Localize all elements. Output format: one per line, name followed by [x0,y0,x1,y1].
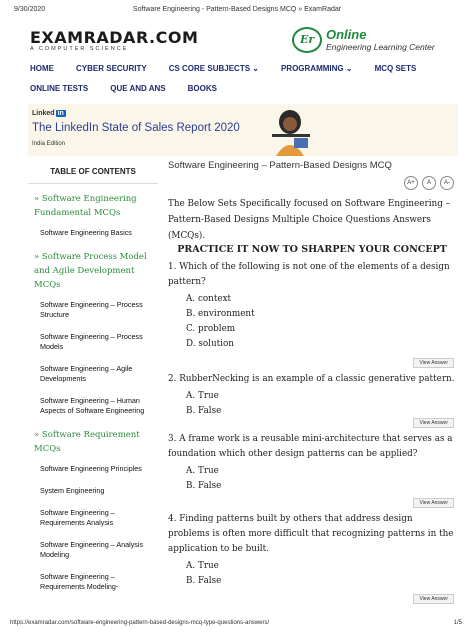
ad-headline: The LinkedIn State of Sales Report 2020 [32,122,240,134]
toc-item-link[interactable]: Software Engineering – Process Models [28,332,158,352]
answer-option: A. True [186,391,219,401]
font-reset-button[interactable]: A [422,176,436,190]
toc-section-link[interactable]: » Software Process Model and Agile Devel… [28,250,158,292]
question-text: 3. A frame work is a reusable mini-archi… [168,434,453,459]
answer-option: A. True [186,466,219,476]
toc-item-link[interactable]: Software Engineering – Agile Development… [28,364,158,384]
toc-item-link[interactable]: Software Engineering Principles [28,464,158,474]
elc-logo[interactable]: Er Online Engineering Learning Center [292,27,452,55]
answer-option: B. False [186,576,222,586]
article: Software Engineering – Pattern-Based Des… [168,160,456,604]
toc-title: TABLE OF CONTENTS [28,160,158,184]
answer-option: B. False [186,481,222,491]
nav-item[interactable]: HOME [30,64,54,73]
article-title: Software Engineering – Pattern-Based Des… [168,160,392,171]
nav-item[interactable]: QUE AND ANS [110,84,165,93]
answer-option: B. environment [186,309,255,319]
toc-item-link[interactable]: Software Engineering – Requirements Mode… [28,572,158,592]
answer-option: C. problem [186,324,236,334]
answer-option: A. context [186,294,232,304]
print-url: https://examradar.com/software-engineeri… [10,620,270,626]
print-header: 9/30/2020 Software Engineering - Pattern… [0,0,474,16]
question: 1. Which of the following is not one of … [168,260,456,352]
toc-item-link[interactable]: Software Engineering – Human Aspects of … [28,396,158,416]
question-text: 1. Which of the following is not one of … [168,262,450,287]
font-increase-button[interactable]: A+ [404,176,418,190]
font-decrease-button[interactable]: A- [440,176,454,190]
practice-heading: PRACTICE IT NOW TO SHARPEN YOUR CONCEPT [177,244,447,255]
nav-item[interactable]: PROGRAMMING ⌄ [281,64,353,73]
answer-option: A. True [186,561,219,571]
article-intro: The Below Sets Specifically focused on S… [168,199,451,241]
question: 2. RubberNecking is an example of a clas… [168,372,456,419]
toc-item-link[interactable]: Software Engineering Basics [28,228,158,238]
question-text: 2. RubberNecking is an example of a clas… [168,374,455,384]
nav-item[interactable]: CYBER SECURITY [76,64,147,73]
toc-section-link[interactable]: » Software Engineering Fundamental MCQs [28,192,158,220]
nav-item[interactable]: ONLINE TESTS [30,84,88,93]
linkedin-logo: Linked in [32,110,66,117]
toc-item-link[interactable]: Software Engineering – Process Structure [28,300,158,320]
print-title: Software Engineering - Pattern-Based Des… [132,6,342,13]
view-answer-button[interactable]: View Answer [413,418,454,428]
logo-name: EXAMRADAR.COM [30,28,199,47]
answer-option: B. False [186,406,222,416]
nav-item[interactable]: BOOKS [188,84,217,93]
font-size-controls: A+ A A- [400,176,454,190]
examradar-logo[interactable]: EXAMRADAR.COM A COMPUTER SCIENCE [30,28,198,52]
toc-section-link[interactable]: » Software Requirement MCQs [28,428,158,456]
view-answer-button[interactable]: View Answer [413,498,454,508]
nav-item[interactable]: CS CORE SUBJECTS ⌄ [169,64,259,73]
nav-item[interactable]: MCQ SETS [375,64,417,73]
toc-item-link[interactable]: Software Engineering – Requirements Anal… [28,508,158,528]
view-answer-button[interactable]: View Answer [413,594,454,604]
elc-line1: Online [326,27,367,42]
elc-line2: Engineering Learning Center [326,42,435,52]
table-of-contents: TABLE OF CONTENTS » Software Engineering… [28,160,158,620]
toc-item-link[interactable]: System Engineering [28,486,158,496]
answer-option: D. solution [186,339,234,349]
ad-edition: India Edition [32,141,66,147]
elc-emblem-icon: Er [292,27,322,53]
print-page-number: 1/5 [453,620,462,626]
toc-item-link[interactable]: Software Engineering – Analysis Modeling [28,540,158,560]
view-answer-button[interactable]: View Answer [413,358,454,368]
ad-person-illustration [266,104,316,156]
linkedin-ad-banner[interactable]: Linked in The LinkedIn State of Sales Rep… [28,104,458,156]
main-nav: HOME CYBER SECURITY CS CORE SUBJECTS ⌄ PROG… [30,58,450,98]
question: 3. A frame work is a reusable mini-archi… [168,432,456,494]
question-text: 4. Finding patterns built by others that… [168,514,454,554]
question: 4. Finding patterns built by others that… [168,512,456,589]
